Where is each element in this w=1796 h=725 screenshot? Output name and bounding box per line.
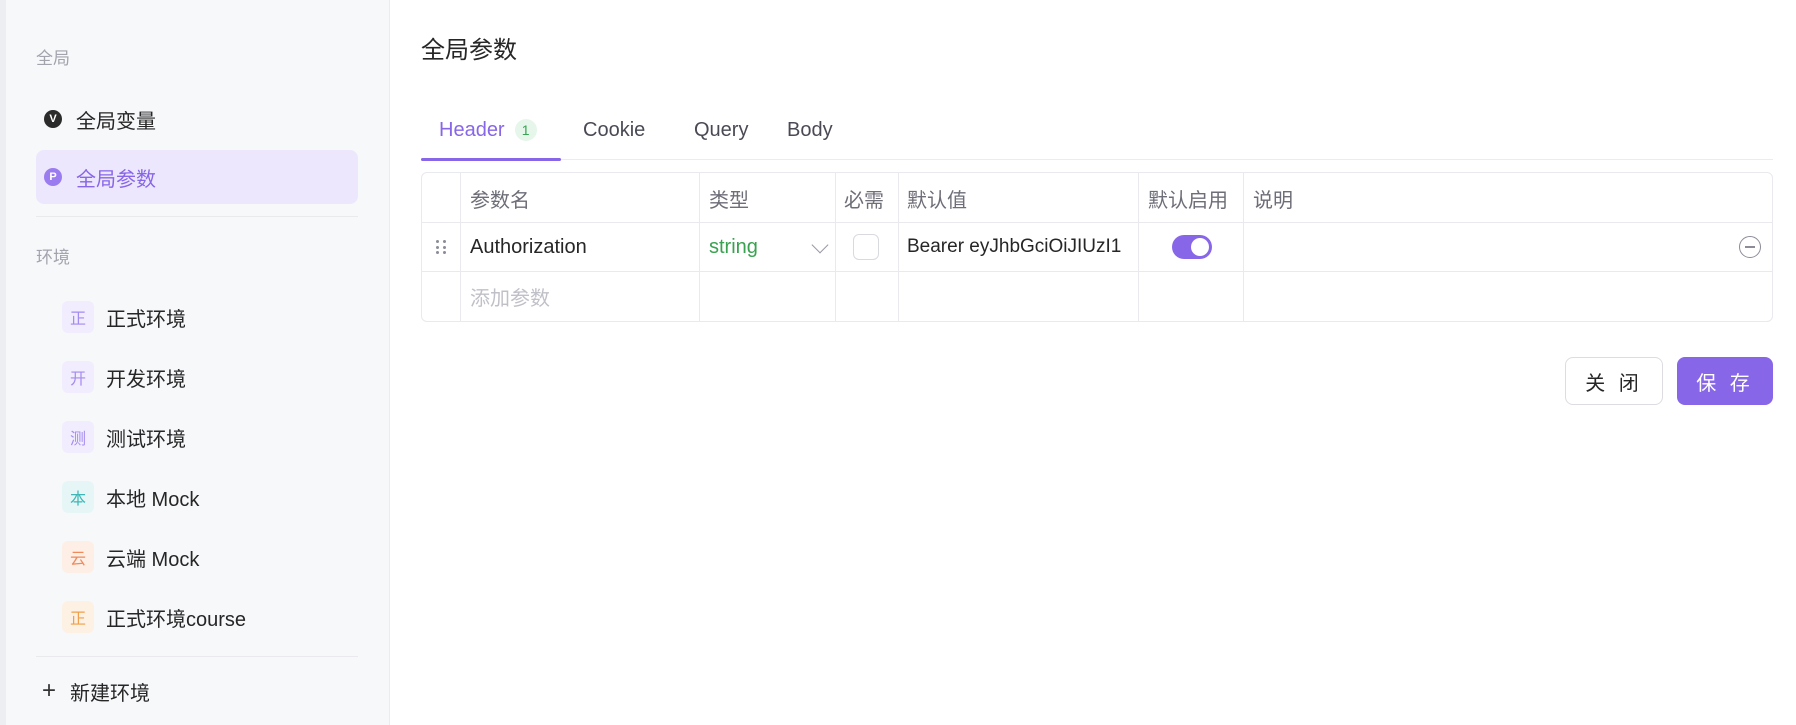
params-table: 参数名 类型 必需 默认值 默认启用 说明 Authorization stri… [421, 172, 1773, 322]
new-environment-button[interactable]: + 新建环境 [42, 674, 150, 708]
param-name-input[interactable]: Authorization [470, 223, 695, 271]
env-label: 正式环境course [106, 608, 247, 631]
env-label: 本地 Mock [106, 488, 200, 511]
env-mark-icon: 开 [62, 361, 94, 393]
env-mark-icon: 云 [62, 541, 94, 573]
env-mark-icon: 测 [62, 421, 94, 453]
main-panel: 全局参数 Header 1 Cookie Query Body 参数名 类型 必… [391, 0, 1796, 725]
tab-label: Header [439, 118, 505, 141]
v-badge-icon: V [44, 110, 62, 128]
env-item-local-mock[interactable]: 本 本地 Mock [62, 477, 199, 517]
param-tabs: Header 1 Cookie Query Body [421, 100, 1773, 161]
env-label: 测试环境 [106, 428, 186, 451]
required-checkbox[interactable] [853, 234, 879, 260]
column-divider [835, 173, 836, 321]
col-header-enabled: 默认启用 [1148, 189, 1228, 212]
column-divider [898, 173, 899, 321]
page-title: 全局参数 [421, 37, 517, 64]
sidebar: 全局 V 全局变量 P 全局参数 环境 正 正式环境 开 开发环境 测 测试环境… [6, 0, 390, 725]
sidebar-item-label: 全局参数 [76, 168, 156, 191]
env-item-production[interactable]: 正 正式环境 [62, 297, 186, 337]
sidebar-item-global-params[interactable]: P 全局参数 [36, 150, 358, 204]
column-divider [699, 173, 700, 321]
col-header-type: 类型 [709, 189, 749, 212]
plus-icon: + [42, 677, 57, 704]
env-mark-icon: 正 [62, 301, 94, 333]
column-divider [1138, 173, 1139, 321]
drag-handle-icon[interactable] [436, 240, 446, 254]
env-label: 云端 Mock [106, 548, 200, 571]
env-item-testing[interactable]: 测 测试环境 [62, 417, 186, 457]
env-mark-icon: 本 [62, 481, 94, 513]
close-button[interactable]: 关 闭 [1565, 357, 1663, 405]
tab-label: Body [787, 118, 833, 141]
active-tab-indicator [421, 158, 561, 161]
sidebar-item-label: 全局变量 [76, 110, 156, 133]
tab-query[interactable]: Query [694, 100, 748, 160]
env-label: 开发环境 [106, 368, 186, 391]
global-section-label: 全局 [36, 49, 70, 68]
divider [36, 656, 358, 657]
col-header-required: 必需 [844, 189, 884, 212]
divider [36, 216, 358, 217]
param-default-input[interactable]: Bearer eyJhbGciOiJIUzI1 [907, 223, 1135, 271]
new-environment-label: 新建环境 [70, 682, 151, 705]
env-item-production-course[interactable]: 正 正式环境course [62, 597, 246, 637]
column-divider [1243, 173, 1244, 321]
toggle-knob [1191, 238, 1209, 256]
env-item-cloud-mock[interactable]: 云 云端 Mock [62, 537, 199, 577]
env-section-label: 环境 [36, 248, 70, 267]
save-button[interactable]: 保 存 [1677, 357, 1773, 405]
env-label: 正式环境 [106, 308, 186, 331]
col-header-description: 说明 [1253, 189, 1293, 212]
tab-body[interactable]: Body [787, 100, 833, 160]
param-type-select[interactable]: string [709, 223, 819, 271]
tab-count-badge: 1 [514, 119, 537, 141]
env-mark-icon: 正 [62, 601, 94, 633]
tab-label: Cookie [583, 118, 646, 141]
enabled-toggle[interactable] [1172, 235, 1212, 259]
tab-cookie[interactable]: Cookie [583, 100, 645, 160]
column-divider [460, 173, 461, 321]
remove-row-icon[interactable] [1739, 236, 1761, 258]
env-item-development[interactable]: 开 开发环境 [62, 357, 186, 397]
tab-header[interactable]: Header 1 [421, 100, 561, 161]
col-header-default: 默认值 [907, 189, 967, 212]
tab-label: Query [694, 118, 749, 141]
p-badge-icon: P [44, 168, 62, 186]
add-param-input[interactable]: 添加参数 [470, 272, 695, 320]
sidebar-item-global-variables[interactable]: V 全局变量 [36, 92, 358, 146]
param-description-input[interactable] [1253, 223, 1653, 271]
col-header-name: 参数名 [470, 189, 530, 212]
